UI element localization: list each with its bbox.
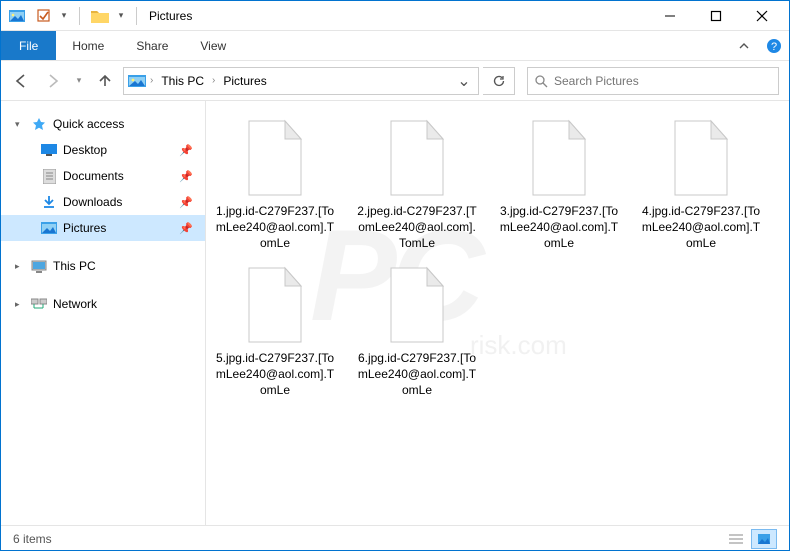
qat-divider [79, 7, 80, 25]
breadcrumb-thispc[interactable]: This PC [157, 74, 208, 88]
sidebar-this-pc[interactable]: ▸ This PC [1, 253, 205, 279]
pin-icon: 📌 [179, 144, 193, 157]
tab-view[interactable]: View [184, 31, 242, 60]
file-item[interactable]: 2.jpeg.id-C279F237.[TomLee240@aol.com].T… [356, 113, 478, 252]
sidebar-item-label: Network [53, 297, 97, 311]
file-item[interactable]: 6.jpg.id-C279F237.[TomLee240@aol.com].To… [356, 260, 478, 399]
status-item-count: 6 items [13, 532, 52, 546]
file-tab[interactable]: File [1, 31, 56, 60]
sidebar-item-label: Pictures [63, 221, 106, 235]
tab-home[interactable]: Home [56, 31, 120, 60]
sidebar-item-label: Quick access [53, 117, 124, 131]
address-history-button[interactable]: ⌄ [454, 71, 474, 91]
pictures-icon [41, 220, 57, 236]
sidebar-item-label: Downloads [63, 195, 122, 209]
pictures-icon [128, 74, 146, 88]
refresh-button[interactable] [483, 67, 515, 95]
folder-icon[interactable] [88, 4, 112, 28]
chevron-right-icon[interactable]: › [150, 75, 153, 86]
tab-share[interactable]: Share [120, 31, 184, 60]
pin-icon: 📌 [179, 222, 193, 235]
chevron-down-icon[interactable]: ▾ [57, 4, 71, 28]
back-button[interactable] [7, 67, 35, 95]
search-input[interactable] [554, 74, 772, 88]
qat-divider [136, 7, 137, 25]
chevron-right-icon: ▸ [15, 261, 25, 272]
qat-properties[interactable] [31, 4, 55, 28]
file-item[interactable]: 4.jpg.id-C279F237.[TomLee240@aol.com].To… [640, 113, 762, 252]
sidebar-item-desktop[interactable]: Desktop 📌 [1, 137, 205, 163]
sidebar-quick-access[interactable]: ▾ Quick access [1, 111, 205, 137]
search-icon [534, 74, 548, 88]
search-box[interactable] [527, 67, 779, 95]
blank-file-icon [381, 113, 453, 203]
file-label: 5.jpg.id-C279F237.[TomLee240@aol.com].To… [214, 350, 336, 399]
file-label: 4.jpg.id-C279F237.[TomLee240@aol.com].To… [640, 203, 762, 252]
close-button[interactable] [739, 1, 785, 31]
computer-icon [31, 258, 47, 274]
thumbnails-view-button[interactable] [751, 529, 777, 549]
blank-file-icon [665, 113, 737, 203]
desktop-icon [41, 142, 57, 158]
documents-icon [41, 168, 57, 184]
status-bar: 6 items [1, 525, 789, 551]
file-label: 3.jpg.id-C279F237.[TomLee240@aol.com].To… [498, 203, 620, 252]
blank-file-icon [239, 260, 311, 350]
file-item[interactable]: 3.jpg.id-C279F237.[TomLee240@aol.com].To… [498, 113, 620, 252]
file-label: 6.jpg.id-C279F237.[TomLee240@aol.com].To… [356, 350, 478, 399]
network-icon [31, 296, 47, 312]
downloads-icon [41, 194, 57, 210]
svg-text:?: ? [771, 41, 777, 53]
details-view-button[interactable] [723, 529, 749, 549]
sidebar-item-label: Desktop [63, 143, 107, 157]
star-icon [31, 116, 47, 132]
chevron-right-icon[interactable]: › [212, 75, 215, 86]
navigation-pane: ▾ Quick access Desktop 📌 Documents 📌 Dow… [1, 101, 206, 525]
app-icon [5, 4, 29, 28]
pin-icon: 📌 [179, 170, 193, 183]
sidebar-network[interactable]: ▸ Network [1, 291, 205, 317]
file-list[interactable]: 1.jpg.id-C279F237.[TomLee240@aol.com].To… [206, 101, 789, 525]
file-item[interactable]: 1.jpg.id-C279F237.[TomLee240@aol.com].To… [214, 113, 336, 252]
chevron-right-icon: ▸ [15, 299, 25, 310]
pin-icon: 📌 [179, 196, 193, 209]
chevron-down-icon: ▾ [15, 119, 25, 130]
expand-ribbon-button[interactable] [729, 31, 759, 60]
recent-locations-button[interactable]: ▾ [71, 67, 87, 95]
file-label: 1.jpg.id-C279F237.[TomLee240@aol.com].To… [214, 203, 336, 252]
sidebar-item-label: This PC [53, 259, 96, 273]
forward-button[interactable] [39, 67, 67, 95]
up-button[interactable] [91, 67, 119, 95]
blank-file-icon [381, 260, 453, 350]
file-label: 2.jpeg.id-C279F237.[TomLee240@aol.com].T… [356, 203, 478, 252]
maximize-button[interactable] [693, 1, 739, 31]
file-item[interactable]: 5.jpg.id-C279F237.[TomLee240@aol.com].To… [214, 260, 336, 399]
titlebar: ▾ ▾ Pictures [1, 1, 789, 31]
sidebar-item-downloads[interactable]: Downloads 📌 [1, 189, 205, 215]
blank-file-icon [523, 113, 595, 203]
help-button[interactable]: ? [759, 31, 789, 60]
sidebar-item-label: Documents [63, 169, 124, 183]
address-toolbar: ▾ › This PC › Pictures ⌄ [1, 61, 789, 101]
breadcrumb-pictures[interactable]: Pictures [219, 74, 270, 88]
chevron-down-icon[interactable]: ▾ [114, 4, 128, 28]
sidebar-item-documents[interactable]: Documents 📌 [1, 163, 205, 189]
blank-file-icon [239, 113, 311, 203]
address-bar[interactable]: › This PC › Pictures ⌄ [123, 67, 479, 95]
window-title: Pictures [149, 9, 192, 23]
ribbon: File Home Share View ? [1, 31, 789, 61]
sidebar-item-pictures[interactable]: Pictures 📌 [1, 215, 205, 241]
minimize-button[interactable] [647, 1, 693, 31]
